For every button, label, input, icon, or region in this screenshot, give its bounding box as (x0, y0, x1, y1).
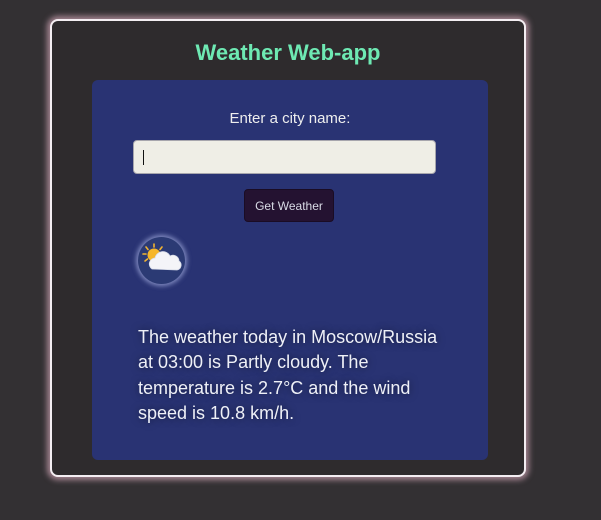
get-weather-button[interactable]: Get Weather (244, 189, 334, 222)
city-input[interactable] (133, 140, 436, 174)
app-title: Weather Web-app (195, 40, 381, 65)
weather-description: The weather today in Moscow/Russia at 03… (138, 327, 438, 424)
city-prompt-label: Enter a city name: (229, 110, 351, 127)
app-card: Weather Web-app Enter a city name: Get W… (50, 19, 526, 477)
text-caret (143, 150, 144, 165)
weather-icon-badge (138, 237, 185, 284)
weather-panel: Enter a city name: Get Weather The weath… (92, 80, 488, 460)
partly-cloudy-icon (142, 243, 182, 271)
